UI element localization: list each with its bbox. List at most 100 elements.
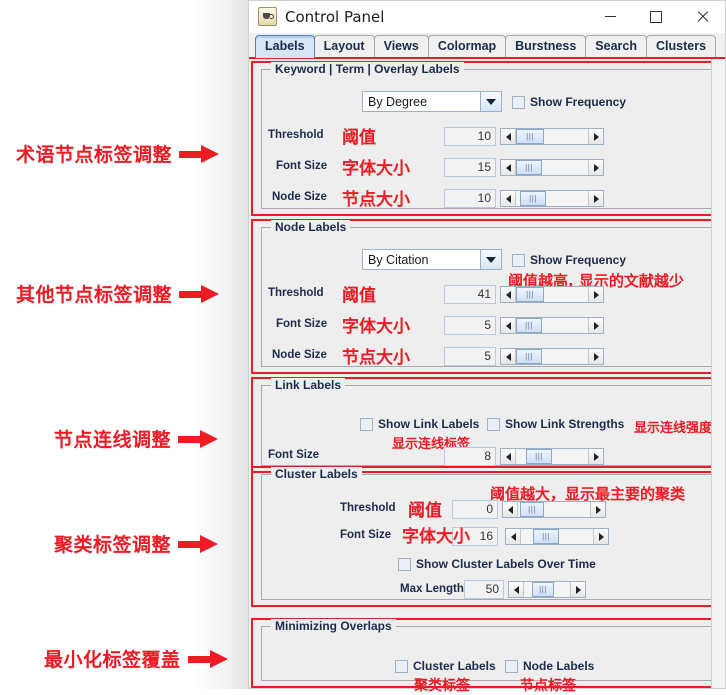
keyword-threshold-slider[interactable]: |||	[500, 128, 604, 145]
node-threshold-field[interactable]: 41	[444, 285, 496, 304]
show-link-strengths-checkbox[interactable]: Show Link Strengths	[487, 417, 624, 431]
vertical-scrollbar[interactable]	[711, 59, 725, 688]
minimize-button[interactable]	[587, 1, 633, 32]
minimize-icon	[604, 16, 616, 17]
tab-labels[interactable]: Labels	[255, 35, 315, 58]
checkbox-box[interactable]	[512, 95, 525, 109]
highlight-box-minimizing-overlaps: Minimizing Overlaps Cluster Labels 聚类标签 …	[251, 618, 722, 694]
tab-search[interactable]: Search	[585, 35, 647, 58]
group-node-labels: Node Labels By Citation Show Frequency 阈…	[261, 220, 714, 368]
slider-track[interactable]: |||	[516, 160, 588, 175]
slider-thumb[interactable]: |||	[516, 160, 542, 175]
highlight-box-cluster-labels: Cluster Labels 阈值越大，显示最主要的聚类 Threshold 阈…	[251, 466, 722, 607]
cluster-max-length-field[interactable]: 50	[464, 580, 504, 599]
keyword-font-size-field[interactable]: 15	[444, 158, 496, 177]
checkbox-label: Show Cluster Labels Over Time	[416, 557, 596, 571]
slider-left-button[interactable]	[501, 287, 516, 302]
slider-thumb[interactable]: |||	[516, 129, 544, 144]
slider-thumb[interactable]: |||	[516, 349, 542, 364]
checkbox-box[interactable]	[398, 557, 411, 571]
checkbox-label: Show Link Labels	[378, 417, 480, 431]
minimize-node-labels-checkbox[interactable]: Node Labels	[505, 659, 594, 673]
slider-track[interactable]: |||	[521, 529, 593, 544]
slider-track[interactable]: |||	[516, 287, 588, 302]
node-show-frequency-checkbox[interactable]: Show Frequency	[512, 253, 626, 267]
checkbox-box[interactable]	[395, 659, 408, 673]
maximize-button[interactable]	[633, 1, 679, 32]
arrow-right-icon	[178, 534, 220, 553]
tab-bar: Labels Layout Views Colormap Burstness S…	[249, 33, 725, 58]
keyword-node-size-field[interactable]: 10	[444, 189, 496, 208]
cluster-font-size-slider[interactable]: |||	[505, 528, 609, 545]
checkbox-box[interactable]	[512, 253, 525, 267]
cluster-max-length-slider[interactable]: |||	[508, 581, 586, 598]
slider-right-button[interactable]	[590, 502, 605, 517]
slider-right-button[interactable]	[593, 529, 608, 544]
node-threshold-slider[interactable]: |||	[500, 286, 604, 303]
slider-track[interactable]: |||	[524, 582, 570, 597]
slider-track[interactable]: |||	[516, 349, 588, 364]
slider-thumb[interactable]: |||	[526, 449, 552, 464]
slider-track[interactable]: |||	[516, 129, 588, 144]
node-label-mode-combo[interactable]: By Citation	[362, 249, 502, 270]
chevron-down-icon[interactable]	[480, 92, 501, 111]
slider-right-button[interactable]	[588, 318, 603, 333]
slider-thumb[interactable]: |||	[520, 191, 546, 206]
checkbox-label: Show Link Strengths	[505, 417, 625, 431]
slider-left-button[interactable]	[501, 191, 516, 206]
slider-right-button[interactable]	[570, 582, 585, 597]
slider-left-button[interactable]	[501, 449, 516, 464]
minimize-cluster-labels-checkbox[interactable]: Cluster Labels	[395, 659, 496, 673]
slider-right-button[interactable]	[588, 449, 603, 464]
slider-right-button[interactable]	[588, 287, 603, 302]
slider-thumb[interactable]: |||	[516, 318, 542, 333]
slider-left-button[interactable]	[509, 582, 524, 597]
slider-left-button[interactable]	[501, 349, 516, 364]
tab-clusters[interactable]: Clusters	[646, 35, 717, 58]
keyword-show-frequency-checkbox[interactable]: Show Frequency	[512, 95, 626, 109]
slider-track[interactable]: |||	[516, 318, 588, 333]
node-node-size-field[interactable]: 5	[444, 347, 496, 366]
slider-right-button[interactable]	[588, 191, 603, 206]
slider-left-button[interactable]	[501, 129, 516, 144]
slider-thumb[interactable]: |||	[533, 529, 559, 544]
tab-layout[interactable]: Layout	[313, 35, 375, 58]
slider-thumb[interactable]: |||	[532, 582, 554, 597]
checkbox-box[interactable]	[505, 659, 518, 673]
slider-left-button[interactable]	[501, 160, 516, 175]
tab-burstness[interactable]: Burstness	[505, 35, 587, 58]
slider-right-button[interactable]	[588, 349, 603, 364]
slider-track[interactable]: |||	[516, 449, 588, 464]
close-button[interactable]	[679, 1, 725, 32]
slider-track[interactable]: |||	[518, 502, 590, 517]
slider-left-button[interactable]	[501, 318, 516, 333]
show-link-labels-checkbox[interactable]: Show Link Labels	[360, 417, 479, 431]
show-cluster-labels-over-time-checkbox[interactable]: Show Cluster Labels Over Time	[398, 557, 596, 571]
keyword-threshold-label: Threshold	[268, 129, 324, 141]
tab-views[interactable]: Views	[373, 35, 429, 58]
node-font-size-field[interactable]: 5	[444, 316, 496, 335]
node-node-size-slider[interactable]: |||	[500, 348, 604, 365]
checkbox-box[interactable]	[487, 417, 500, 431]
slider-left-button[interactable]	[503, 502, 518, 517]
keyword-node-size-slider[interactable]: |||	[500, 190, 604, 207]
java-coffee-cup-icon	[258, 7, 277, 26]
slider-right-button[interactable]	[588, 129, 603, 144]
slider-thumb[interactable]: |||	[516, 287, 544, 302]
node-font-size-slider[interactable]: |||	[500, 317, 604, 334]
keyword-font-size-label-cn: 字体大小	[342, 159, 410, 179]
checkbox-box[interactable]	[360, 417, 373, 431]
slider-thumb[interactable]: |||	[520, 502, 544, 517]
keyword-threshold-field[interactable]: 10	[444, 127, 496, 146]
slider-right-button[interactable]	[588, 160, 603, 175]
slider-track[interactable]: |||	[516, 191, 588, 206]
chevron-down-icon[interactable]	[480, 250, 501, 269]
slider-left-button[interactable]	[506, 529, 521, 544]
tab-colormap[interactable]: Colormap	[427, 35, 507, 58]
link-font-size-field[interactable]: 8	[444, 447, 496, 466]
cluster-threshold-field[interactable]: 0	[452, 500, 498, 519]
keyword-label-mode-combo[interactable]: By Degree	[362, 91, 502, 112]
link-font-size-slider[interactable]: |||	[500, 448, 604, 465]
keyword-font-size-slider[interactable]: |||	[500, 159, 604, 176]
cluster-threshold-slider[interactable]: |||	[502, 501, 606, 518]
